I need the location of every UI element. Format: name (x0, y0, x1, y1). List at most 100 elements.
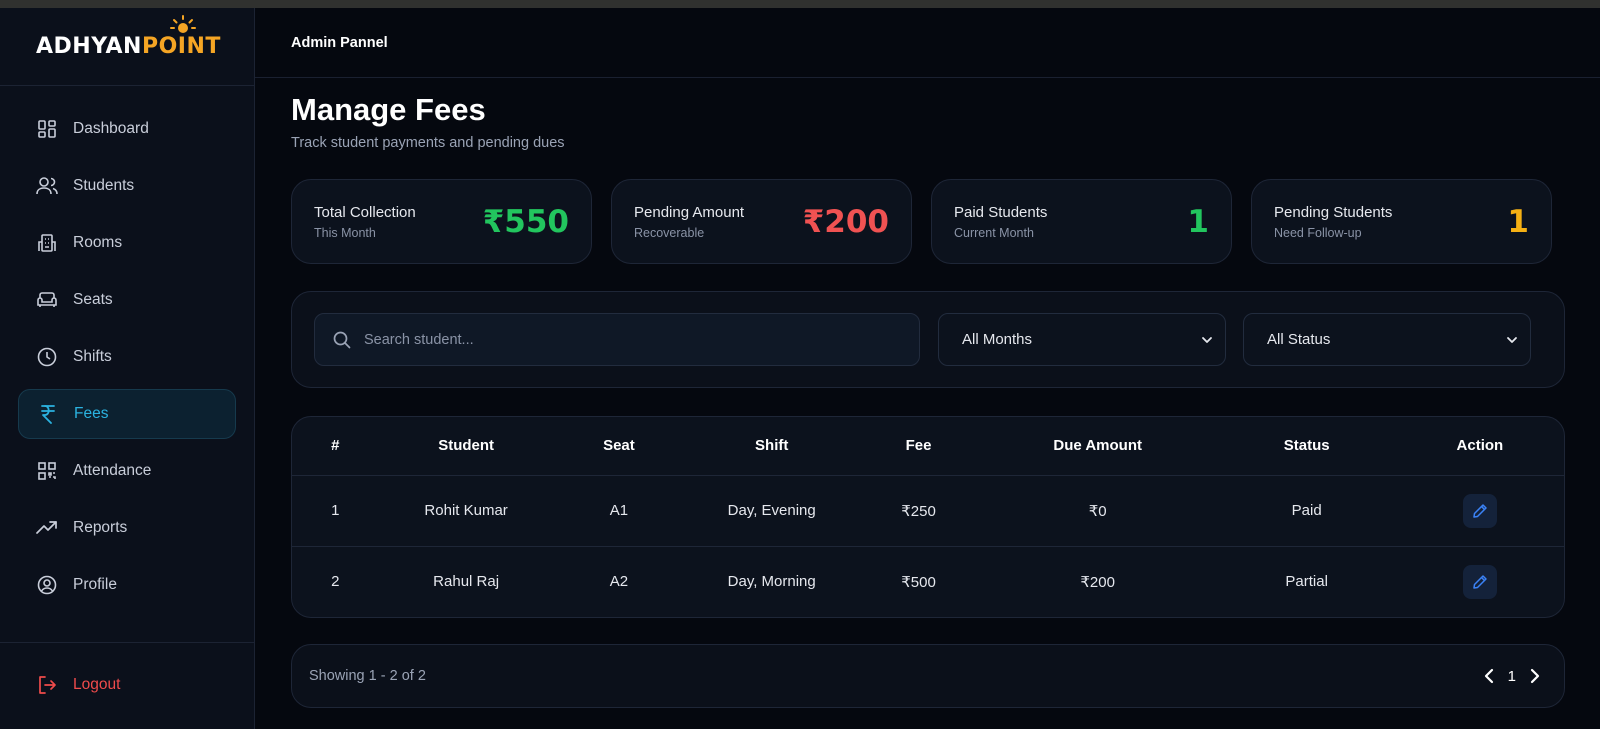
prev-page-button[interactable] (1484, 668, 1494, 684)
status-select[interactable]: All Status (1243, 313, 1531, 366)
sofa-icon (36, 289, 58, 311)
stat-label: Total Collection (314, 203, 416, 221)
chevron-down-icon (1202, 336, 1212, 343)
stats-row: Total Collection This Month ₹550 Pending… (291, 179, 1565, 264)
building-icon (36, 232, 58, 254)
users-icon (36, 175, 58, 197)
search-icon (333, 331, 351, 348)
sidebar-item-label: Reports (73, 519, 128, 536)
fees-table-card: # Student Seat Shift Fee Due Amount Stat… (291, 416, 1565, 618)
search-input[interactable] (364, 331, 864, 348)
table-header-row: # Student Seat Shift Fee Due Amount Stat… (292, 417, 1564, 476)
stat-value: 1 (1507, 203, 1529, 240)
sidebar-item-rooms[interactable]: Rooms (18, 218, 236, 268)
column-header: Action (1395, 417, 1564, 476)
chevron-down-icon (1507, 336, 1517, 343)
sidebar-item-label: Profile (73, 576, 117, 593)
logo-word-dhyan: DHYAN (53, 34, 142, 59)
cell-number: 1 (331, 502, 340, 519)
logout-button[interactable]: Logout (18, 665, 236, 705)
sidebar-item-label: Seats (73, 291, 113, 308)
logo-word-point: POINT (141, 34, 221, 59)
pencil-icon (1473, 503, 1487, 518)
fees-table: # Student Seat Shift Fee Due Amount Stat… (292, 417, 1564, 617)
cell-shift: Day, Evening (727, 502, 816, 519)
sidebar-item-seats[interactable]: Seats (18, 275, 236, 325)
cell-status: Paid (1291, 502, 1322, 519)
main-content: Admin Pannel Manage Fees Track student p… (255, 8, 1600, 729)
cell-action (1396, 475, 1564, 546)
sidebar-item-label: Fees (74, 405, 109, 422)
sidebar: A DHYAN POINT Dashboard Students Rooms S… (0, 8, 255, 729)
stat-sublabel: This Month (314, 225, 376, 240)
stat-value: ₹200 (802, 203, 889, 240)
cell-action (1395, 545, 1564, 617)
column-header: Shift (684, 417, 860, 476)
stat-sublabel: Recoverable (634, 225, 705, 240)
sidebar-item-attendance[interactable]: Attendance (18, 446, 236, 496)
sidebar-item-fees[interactable]: Fees (18, 389, 236, 439)
month-select[interactable]: All Months (938, 313, 1226, 366)
pencil-icon (1473, 575, 1487, 589)
chevron-right-icon (1530, 668, 1540, 684)
brand-logo[interactable]: A DHYAN POINT (36, 15, 221, 59)
pagination-bar: Showing 1 - 2 of 2 1 (291, 644, 1565, 708)
column-header: Status (1217, 417, 1396, 476)
sidebar-item-label: Attendance (73, 462, 152, 479)
stat-card-paid-students: Paid Students Current Month 1 (931, 179, 1232, 264)
stat-sublabel: Current Month (954, 225, 1034, 240)
qr-code-icon (36, 460, 58, 482)
sidebar-item-label: Shifts (73, 348, 112, 365)
stat-sublabel: Need Follow-up (1274, 225, 1362, 240)
stat-card-pending-amount: Pending Amount Recoverable ₹200 (611, 179, 912, 264)
table-row: 2 Rahul Raj A2 Day, Morning ₹500 ₹200 Pa… (292, 545, 1564, 617)
stat-label: Pending Amount (634, 203, 745, 221)
stat-value: ₹550 (482, 203, 569, 240)
edit-button[interactable] (1462, 493, 1497, 528)
sidebar-item-label: Dashboard (73, 120, 149, 137)
trending-up-icon (36, 517, 58, 539)
logout-icon (36, 674, 58, 696)
dashboard-icon (36, 118, 58, 140)
sidebar-item-label: Students (73, 177, 135, 194)
app-window: A DHYAN POINT Dashboard Students Rooms S… (0, 8, 1600, 729)
filter-bar: All Months All Status (291, 291, 1565, 388)
stat-label: Pending Students (1274, 203, 1393, 221)
stat-label: Paid Students (954, 203, 1048, 221)
top-bar: Admin Pannel (255, 8, 1600, 78)
sidebar-item-reports[interactable]: Reports (18, 503, 236, 553)
logo-area: A DHYAN POINT (0, 8, 254, 86)
sidebar-footer: Logout (0, 642, 254, 729)
sidebar-item-profile[interactable]: Profile (18, 560, 236, 610)
page-title: Manage Fees (291, 92, 486, 127)
cell-due-amount: ₹200 (977, 545, 1218, 617)
stat-value: 1 (1187, 203, 1209, 240)
chevron-left-icon (1484, 668, 1493, 684)
stat-card-total-collection: Total Collection This Month ₹550 (291, 179, 592, 264)
status-select-value: All Status (1267, 331, 1331, 348)
search-box[interactable] (314, 313, 920, 366)
cell-student: Rohit Kumar (424, 502, 508, 519)
column-header: # (292, 417, 379, 476)
user-circle-icon (36, 574, 58, 596)
cell-seat: A2 (553, 545, 685, 617)
stat-card-pending-students: Pending Students Need Follow-up 1 (1251, 179, 1552, 264)
next-page-button[interactable] (1530, 668, 1540, 684)
sidebar-item-students[interactable]: Students (18, 161, 236, 211)
cell-due-amount: ₹0 (1088, 502, 1107, 520)
column-header: Student (378, 417, 554, 476)
cell-number: 2 (292, 545, 379, 617)
pagination-info: Showing 1 - 2 of 2 (309, 668, 426, 684)
cell-student: Rahul Raj (378, 545, 554, 617)
sidebar-item-label: Rooms (73, 234, 123, 251)
column-header: Due Amount (977, 417, 1218, 476)
table-row: 1 Rohit Kumar A1 Day, Evening ₹250 ₹0 Pa… (292, 475, 1564, 546)
month-select-value: All Months (962, 331, 1033, 348)
edit-button[interactable] (1462, 564, 1497, 599)
column-header: Seat (553, 417, 685, 476)
header-title: Admin Pannel (291, 34, 388, 51)
sidebar-item-shifts[interactable]: Shifts (18, 332, 236, 382)
current-page[interactable]: 1 (1508, 668, 1516, 685)
sidebar-item-dashboard[interactable]: Dashboard (18, 104, 236, 154)
column-header: Fee (859, 417, 978, 476)
